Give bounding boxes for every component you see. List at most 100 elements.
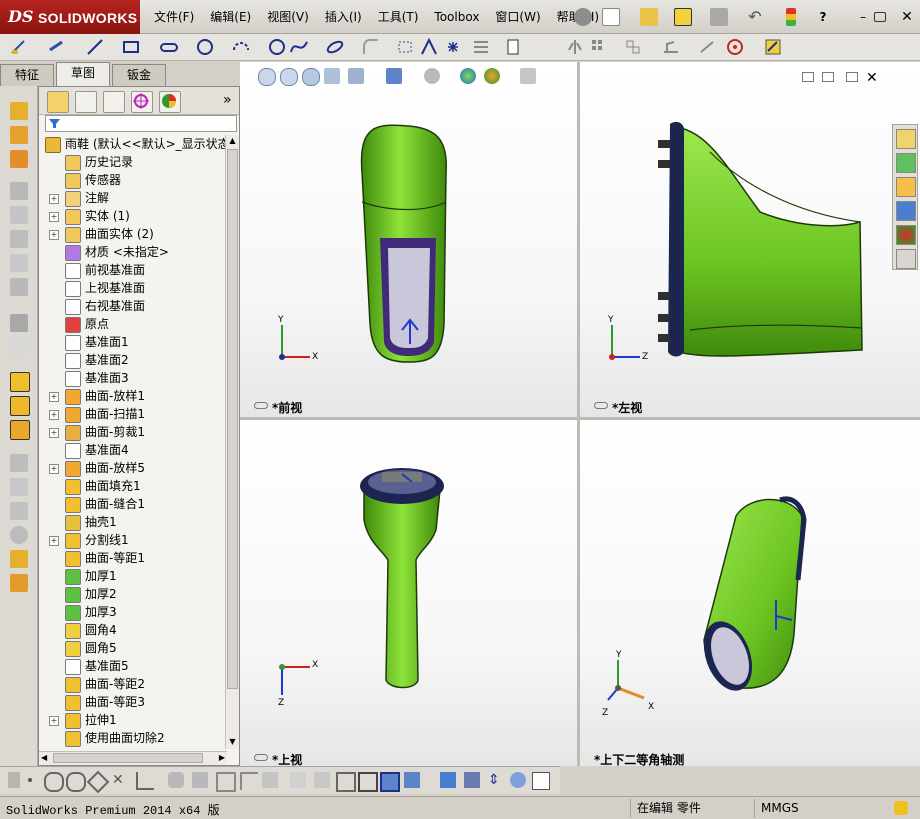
filter-vertices-icon[interactable] xyxy=(216,772,236,792)
viewport-splitter-horizontal[interactable] xyxy=(240,417,920,420)
tree-item[interactable]: + 实体 (1) xyxy=(39,207,226,225)
viewport-top[interactable]: X Z *上视 xyxy=(240,420,577,766)
linear-pattern-icon[interactable] xyxy=(590,38,608,56)
menu-tools[interactable]: 工具(T) xyxy=(370,0,427,34)
tree-item[interactable]: 曲面-缝合1 xyxy=(39,495,226,513)
rotate-view-icon[interactable]: ⇕ xyxy=(488,772,504,788)
configuration-manager-tab-icon[interactable] xyxy=(103,91,125,113)
file-explorer-icon[interactable] xyxy=(896,177,916,197)
lofted-cut-icon[interactable] xyxy=(10,254,28,272)
arc-icon[interactable] xyxy=(232,38,250,56)
close-icon[interactable]: ✕ xyxy=(898,8,916,26)
menu-edit[interactable]: 编辑(E) xyxy=(202,0,259,34)
plane-icon[interactable] xyxy=(396,38,414,56)
ellipse-icon[interactable] xyxy=(326,38,344,56)
viewport-isometric[interactable]: Y X Z *上下二等角轴测 xyxy=(580,420,920,766)
tree-item[interactable]: 基准面3 xyxy=(39,369,226,387)
tree-item[interactable]: 基准面5 xyxy=(39,657,226,675)
expand-node-icon[interactable]: + xyxy=(49,410,59,420)
tree-filter-field[interactable] xyxy=(45,115,237,132)
tab-sheet-metal[interactable]: 钣金 xyxy=(112,64,167,86)
revolved-boss-icon[interactable] xyxy=(10,126,28,144)
fillet-feature-icon[interactable] xyxy=(10,278,28,296)
extruded-cut-icon[interactable] xyxy=(10,182,28,200)
tree-item[interactable]: 使用曲面切除2 xyxy=(39,729,226,747)
tree-item[interactable]: + 曲面-放样1 xyxy=(39,387,226,405)
restore-icon[interactable] xyxy=(874,12,886,22)
circle-icon[interactable] xyxy=(196,38,214,56)
point-icon[interactable] xyxy=(444,38,462,56)
move-entities-icon[interactable] xyxy=(624,38,642,56)
convert-entities-icon[interactable] xyxy=(506,38,524,56)
filter-dimension-icon[interactable] xyxy=(262,772,278,788)
dimxpert-manager-tab-icon[interactable] xyxy=(131,91,153,113)
notification-icon[interactable] xyxy=(894,801,908,815)
tree-item[interactable]: + 分割线1 xyxy=(39,531,226,549)
tree-item[interactable]: 曲面-等距3 xyxy=(39,693,226,711)
tree-item[interactable]: 基准面2 xyxy=(39,351,226,369)
expand-node-icon[interactable]: + xyxy=(49,428,59,438)
tree-item[interactable]: + 曲面实体 (2) xyxy=(39,225,226,243)
curves-icon[interactable] xyxy=(10,478,28,496)
tree-horizontal-scrollbar[interactable]: ◀ ▶ xyxy=(39,751,227,765)
view-layout-icon[interactable] xyxy=(532,772,550,790)
filter-edges-icon[interactable] xyxy=(168,772,184,788)
menu-toolbox[interactable]: Toolbox xyxy=(426,0,487,34)
circle-select-icon[interactable] xyxy=(44,772,64,792)
traffic-light-icon[interactable] xyxy=(786,8,796,26)
menu-view[interactable]: 视图(V) xyxy=(259,0,317,34)
tree-item[interactable]: + 曲面-剪裁1 xyxy=(39,423,226,441)
tree-item[interactable]: 加厚2 xyxy=(39,585,226,603)
expand-panel-icon[interactable]: » xyxy=(223,92,232,108)
tree-item[interactable]: 基准面1 xyxy=(39,333,226,351)
fillet-icon[interactable] xyxy=(362,38,380,56)
scroll-up-icon[interactable]: ▲ xyxy=(227,136,238,147)
linear-pattern-feature-icon[interactable] xyxy=(10,314,28,332)
vertex-select-icon[interactable] xyxy=(86,770,110,794)
extruded-boss-icon[interactable] xyxy=(10,102,28,120)
display-relations-icon[interactable] xyxy=(662,38,680,56)
quick-snaps-icon[interactable] xyxy=(726,38,744,56)
status-units[interactable]: MMGS xyxy=(754,799,841,818)
shell-feature-icon[interactable] xyxy=(10,372,30,392)
tree-item[interactable]: 历史记录 xyxy=(39,153,226,171)
dome-icon[interactable] xyxy=(10,526,28,544)
intersect-feature-icon[interactable] xyxy=(10,420,30,440)
tree-item[interactable]: + 注解 xyxy=(39,189,226,207)
pin-icon[interactable] xyxy=(574,8,592,26)
hscroll-thumb[interactable] xyxy=(53,753,203,763)
line-icon[interactable] xyxy=(86,38,104,56)
property-manager-tab-icon[interactable] xyxy=(75,91,97,113)
revolved-cut-icon[interactable] xyxy=(10,206,28,224)
tree-item[interactable]: 传感器 xyxy=(39,171,226,189)
solidworks-logo[interactable]: DS SOLIDWORKS xyxy=(0,0,140,34)
section-view-bottom-icon[interactable] xyxy=(440,772,456,788)
view-palette-icon[interactable] xyxy=(896,201,916,221)
scroll-down-icon[interactable]: ▼ xyxy=(227,737,238,748)
custom-properties-icon[interactable] xyxy=(896,249,916,269)
new-document-icon[interactable] xyxy=(602,8,620,26)
feature-manager-tab-icon[interactable] xyxy=(47,91,69,113)
print-icon[interactable] xyxy=(710,8,728,26)
filter-icon[interactable] xyxy=(49,118,60,129)
tree-item[interactable]: 圆角4 xyxy=(39,621,226,639)
tree-item[interactable]: 抽壳1 xyxy=(39,513,226,531)
tree-item[interactable]: 加厚1 xyxy=(39,567,226,585)
hidden-lines-visible-icon[interactable] xyxy=(314,772,330,788)
expand-node-icon[interactable]: + xyxy=(49,464,59,474)
expand-node-icon[interactable]: + xyxy=(49,212,59,222)
viewport-left[interactable]: ✕ Y Z *左视 xyxy=(580,62,920,417)
link-views-icon[interactable] xyxy=(594,402,608,409)
swept-boss-icon[interactable] xyxy=(10,150,28,168)
filter-faces-icon[interactable] xyxy=(192,772,208,788)
expand-node-icon[interactable]: + xyxy=(49,536,59,546)
menu-window[interactable]: 窗口(W) xyxy=(487,0,548,34)
tab-sketch[interactable]: 草图 xyxy=(56,62,111,86)
menu-insert[interactable]: 插入(I) xyxy=(317,0,370,34)
deform-icon[interactable] xyxy=(10,574,28,592)
link-views-icon[interactable] xyxy=(254,402,268,409)
reference-geometry-icon[interactable] xyxy=(10,454,28,472)
appearances-scenes-icon[interactable] xyxy=(896,225,916,245)
shaded-with-edges-icon[interactable] xyxy=(358,772,378,792)
tree-item[interactable]: 曲面-等距1 xyxy=(39,549,226,567)
